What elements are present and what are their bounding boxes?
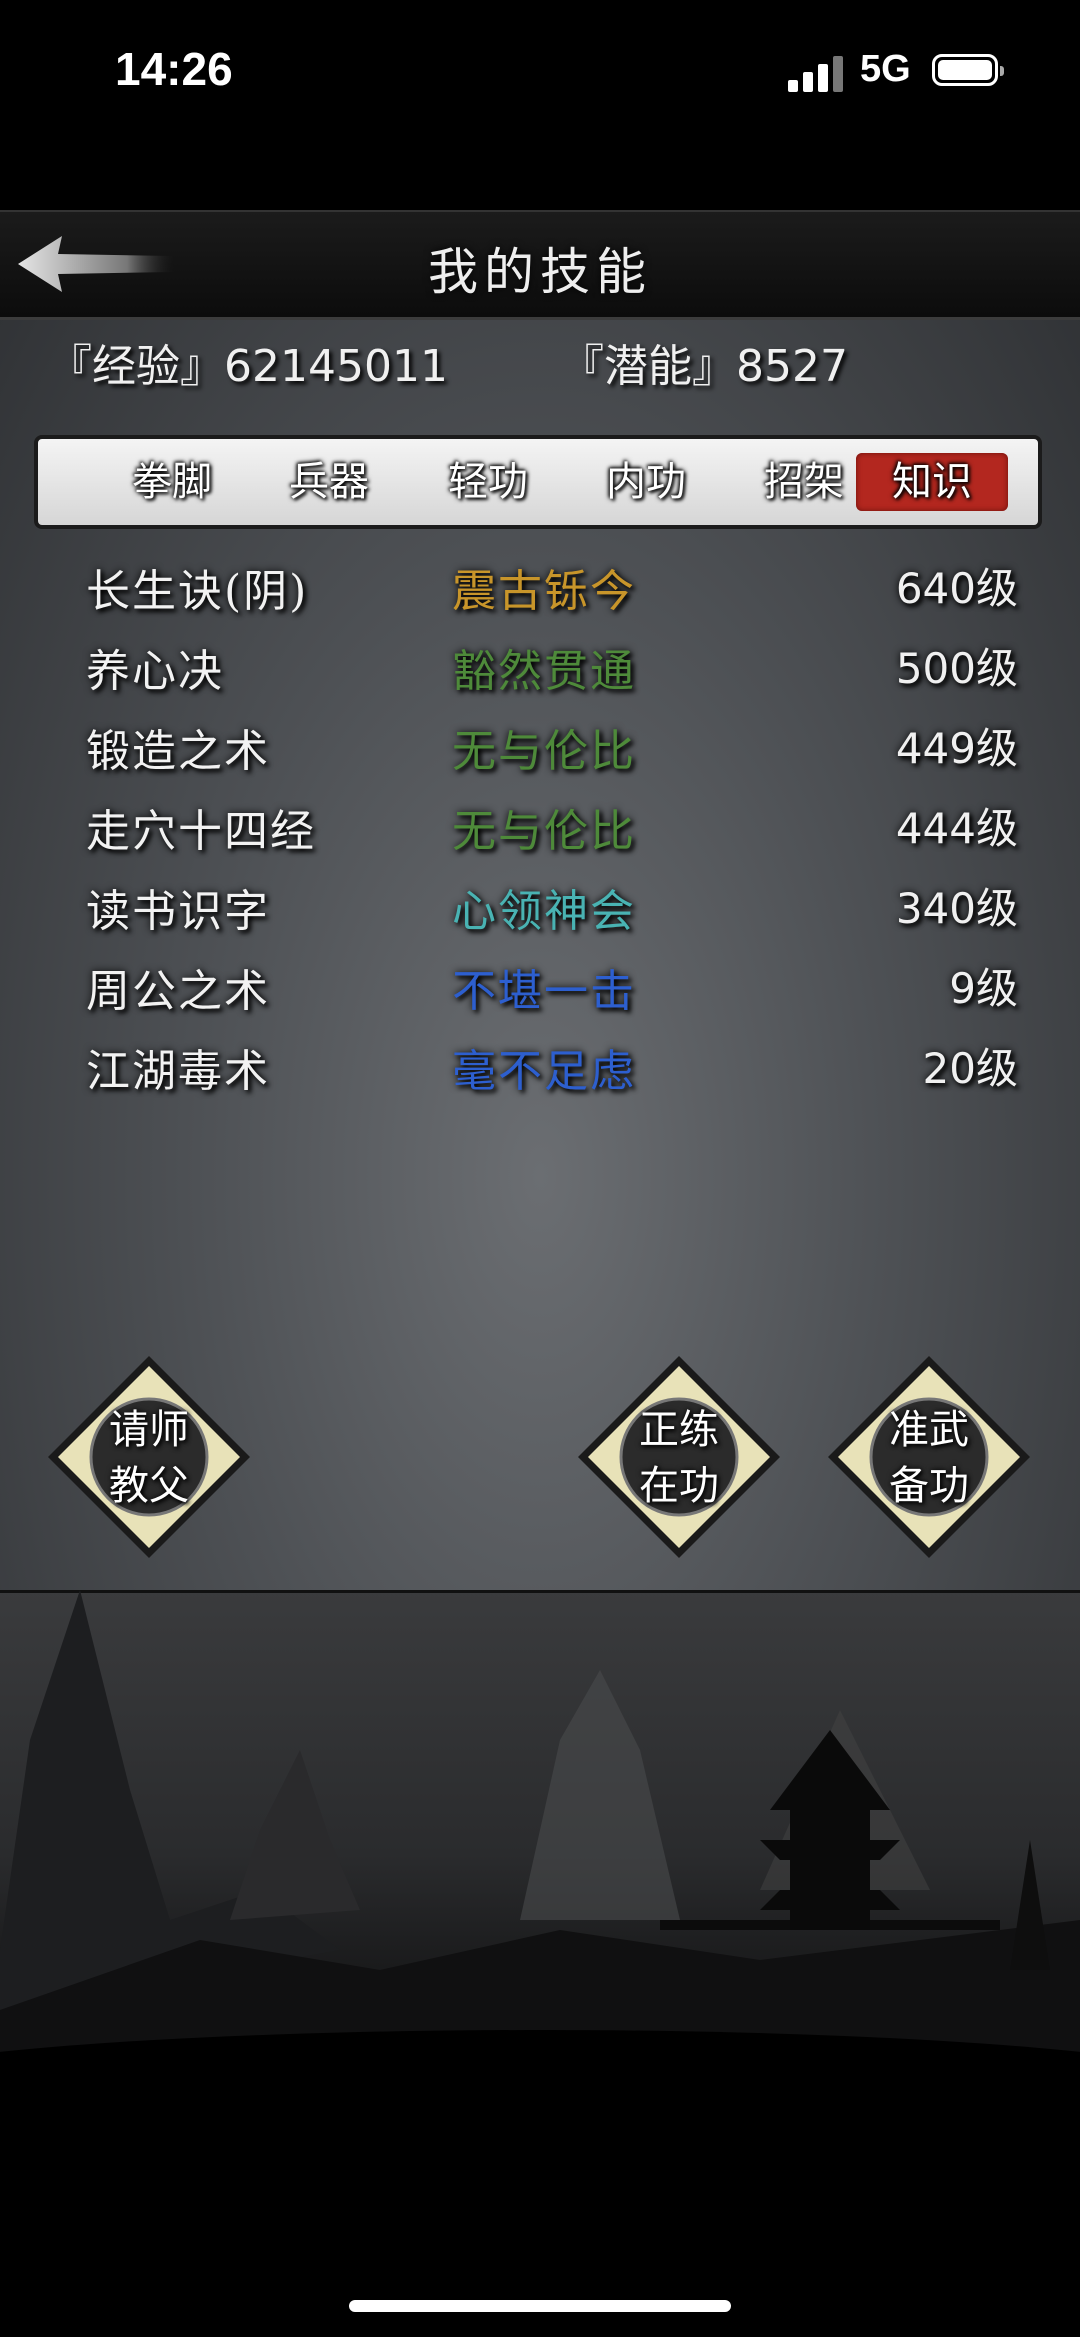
skill-name: 读书识字 xyxy=(86,886,270,937)
button-label-line1: 请师 xyxy=(109,1407,189,1453)
skill-rank: 不堪一击 xyxy=(452,966,636,1017)
skill-rank: 心领神会 xyxy=(452,886,636,937)
cellular-signal-icon xyxy=(788,54,844,92)
tab-fist[interactable]: 拳脚 xyxy=(96,453,248,511)
skill-level: 500级 xyxy=(895,644,1018,693)
skill-row[interactable]: 长生诀(阴) 震古铄今 640级 xyxy=(0,555,1080,635)
experience-value: 『经验』62145011 xyxy=(48,341,448,392)
button-label-line2: 在功 xyxy=(639,1463,719,1509)
skill-rank: 无与伦比 xyxy=(452,806,636,857)
skill-row[interactable]: 周公之术 不堪一击 9级 xyxy=(0,955,1080,1035)
skill-row[interactable]: 读书识字 心领神会 340级 xyxy=(0,875,1080,955)
seek-master-button[interactable]: 请师 教父 xyxy=(44,1352,254,1562)
skill-level: 340级 xyxy=(895,884,1018,933)
skill-name: 长生诀(阴) xyxy=(86,566,309,617)
battery-icon xyxy=(932,54,1004,86)
practice-button[interactable]: 正练 在功 xyxy=(574,1352,784,1562)
title-bar: 我的技能 xyxy=(0,210,1080,320)
skill-level: 449级 xyxy=(895,724,1018,773)
skill-name: 江湖毒术 xyxy=(86,1046,270,1097)
skill-name: 养心决 xyxy=(86,646,224,697)
tab-lightness[interactable]: 轻功 xyxy=(412,453,564,511)
skill-level: 640级 xyxy=(895,564,1018,613)
button-label-line1: 正练 xyxy=(639,1407,719,1453)
tab-inner[interactable]: 内功 xyxy=(570,453,722,511)
network-type: 5G xyxy=(860,48,911,90)
prepare-button[interactable]: 准武 备功 xyxy=(824,1352,1034,1562)
skill-rank: 豁然贯通 xyxy=(452,646,636,697)
page-title: 我的技能 xyxy=(428,243,652,301)
tab-knowledge[interactable]: 知识 xyxy=(856,453,1008,511)
skill-row[interactable]: 养心决 豁然贯通 500级 xyxy=(0,635,1080,715)
skill-row[interactable]: 锻造之术 无与伦比 449级 xyxy=(0,715,1080,795)
skill-level: 9级 xyxy=(949,964,1018,1013)
skill-name: 走穴十四经 xyxy=(86,806,316,857)
button-label-line2: 教父 xyxy=(109,1463,189,1509)
button-label-line2: 备功 xyxy=(889,1463,969,1509)
skill-row[interactable]: 江湖毒术 毫不足虑 20级 xyxy=(0,1035,1080,1115)
skill-rank: 毫不足虑 xyxy=(452,1046,636,1097)
skill-rank: 无与伦比 xyxy=(452,726,636,777)
home-indicator[interactable] xyxy=(349,2300,731,2312)
skill-name: 锻造之术 xyxy=(86,726,270,777)
status-bar: 14:26 5G xyxy=(0,0,1080,140)
skill-row[interactable]: 走穴十四经 无与伦比 444级 xyxy=(0,795,1080,875)
skill-category-tabs: 拳脚 兵器 轻功 内功 招架 知识 xyxy=(34,435,1042,529)
tab-weapon[interactable]: 兵器 xyxy=(253,453,405,511)
resources-bar: 『经验』62145011 『潜能』8527 xyxy=(40,330,1040,400)
skill-name: 周公之术 xyxy=(86,966,270,1017)
button-label-line1: 准武 xyxy=(889,1407,969,1453)
status-time: 14:26 xyxy=(115,43,233,95)
skill-level: 444级 xyxy=(895,804,1018,853)
skill-rank: 震古铄今 xyxy=(452,566,636,617)
skill-level: 20级 xyxy=(922,1044,1018,1093)
potential-value: 『潜能』8527 xyxy=(560,341,848,392)
ink-landscape-image xyxy=(0,1590,1080,2120)
